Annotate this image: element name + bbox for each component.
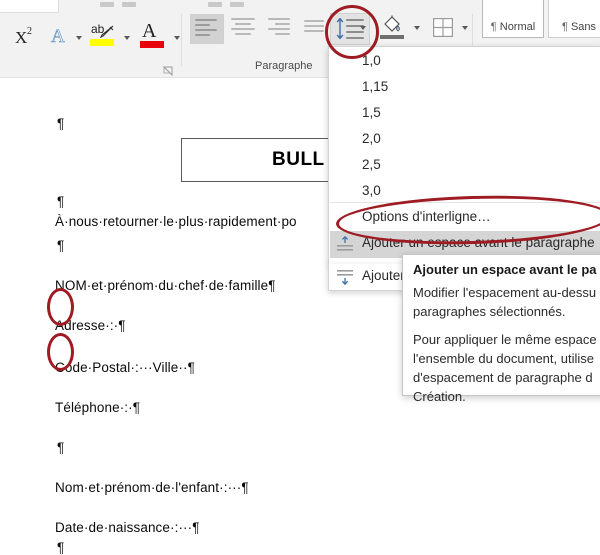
menu-item-spacing-1-15[interactable]: 1,15	[330, 75, 600, 101]
menu-item-label: 2,0	[362, 131, 381, 146]
superscript-x-glyph: X	[15, 28, 28, 47]
paragraph-mark: ¶	[57, 116, 65, 131]
font-color-button[interactable]: A	[138, 20, 168, 54]
align-left-button[interactable]	[190, 14, 224, 44]
style-name-label: ¶ Normal	[490, 21, 536, 33]
ribbon-topstub-3	[208, 2, 222, 7]
menu-item-label: Ajouter	[362, 268, 405, 283]
style-gallery-item-sans[interactable]: AaBb ¶ Sans	[548, 0, 600, 38]
text-effects-chevron-down-icon[interactable]	[76, 36, 82, 40]
document-line-telephone: Téléphone·:·¶	[55, 400, 141, 415]
document-line-retourner: À·nous·retourner·le·plus·rapidement·po	[55, 214, 297, 229]
highlight-color-swatch	[90, 39, 114, 46]
tooltip-popup: Ajouter un espace avant le pa Modifier l…	[402, 254, 600, 404]
text-highlight-color-button[interactable]: ab	[88, 22, 118, 54]
add-space-before-icon	[337, 236, 353, 251]
menu-item-spacing-2-0[interactable]: 2,0	[330, 127, 600, 153]
text-effects-a-icon: A	[51, 26, 65, 48]
ribbon-topstub-2	[122, 2, 136, 7]
style-name-text: Normal	[499, 21, 536, 33]
shading-button[interactable]	[378, 13, 408, 43]
highlighter-pen-icon	[100, 25, 114, 38]
annotation-ellipse-adresse	[47, 288, 74, 326]
font-group: X 2 A ab A	[0, 10, 180, 76]
title-text: BULL	[272, 149, 325, 170]
ribbon-topstub-4	[230, 2, 244, 7]
tooltip-line: paragraphes sélectionnés.	[413, 304, 566, 319]
superscript-2-glyph: 2	[27, 26, 32, 37]
style-name-text: Sans	[570, 21, 597, 33]
document-line-nom-enfant: Nom·et·prénom·de·l'enfant·:···¶	[55, 480, 249, 495]
tooltip-line: d'espacement de paragraphe d	[413, 370, 593, 385]
style-preview-text: AaBbCcDd	[483, 0, 543, 4]
paragraph-mark: ¶	[57, 440, 65, 455]
shading-color-swatch	[380, 35, 404, 39]
paragraph-group-label: Paragraphe	[255, 60, 313, 72]
text-highlight-chevron-down-icon[interactable]	[124, 36, 130, 40]
annotation-ellipse-code-postal	[47, 333, 74, 371]
menu-item-label: 3,0	[362, 183, 381, 198]
add-space-after-icon	[337, 270, 353, 285]
menu-item-spacing-2-5[interactable]: 2,5	[330, 153, 600, 179]
shading-chevron-down-icon[interactable]	[414, 26, 420, 30]
paragraph-mark: ¶	[57, 238, 65, 253]
align-center-button[interactable]	[228, 14, 260, 42]
style-preview-text: AaBb	[549, 0, 600, 4]
document-line-date-naissance: Date·de·naissance·:···¶	[55, 520, 200, 535]
ribbon-topstub-1	[100, 2, 114, 7]
font-color-a-glyph: A	[142, 20, 157, 42]
menu-item-label: 2,5	[362, 157, 381, 172]
paragraph-mark-partial: ¶	[57, 540, 65, 555]
paint-bucket-icon	[384, 15, 400, 32]
tooltip-line: Modifier l'espacement au-dessu	[413, 285, 597, 300]
style-name-label: ¶ Sans	[561, 21, 597, 33]
align-right-button[interactable]	[264, 14, 296, 42]
font-color-swatch	[140, 41, 164, 48]
borders-chevron-down-icon[interactable]	[462, 26, 468, 30]
annotation-ellipse-line-spacing-button	[325, 5, 379, 59]
tooltip-line: Pour appliquer le même espace	[413, 332, 597, 347]
document-line-code-postal: Code·Postal·:···Ville··¶	[55, 360, 195, 375]
style-gallery-item-normal[interactable]: AaBbCcDd ¶ Normal	[482, 0, 544, 38]
text-effects-button[interactable]: A	[48, 24, 72, 54]
tooltip-line: l'ensemble du document, utilise	[413, 351, 594, 366]
font-dialog-launcher-icon[interactable]	[163, 66, 173, 76]
superscript-button[interactable]: X 2	[6, 24, 40, 54]
document-line-nom-chef-famille: NOM·et·prénom·du·chef·de·famille¶	[55, 278, 276, 293]
menu-item-spacing-1-0[interactable]: 1,0	[330, 49, 600, 75]
tooltip-title: Ajouter un espace avant le pa	[413, 262, 597, 277]
menu-item-label: 1,5	[362, 105, 381, 120]
font-color-chevron-down-icon[interactable]	[174, 36, 180, 40]
tooltip-line: Création.	[413, 389, 466, 404]
menu-item-label: 1,15	[362, 79, 389, 94]
borders-button[interactable]	[428, 13, 458, 43]
borders-grid-icon	[433, 18, 453, 37]
menu-item-spacing-1-5[interactable]: 1,5	[330, 101, 600, 127]
paragraph-mark: ¶	[57, 194, 65, 209]
group-separator	[181, 14, 182, 66]
